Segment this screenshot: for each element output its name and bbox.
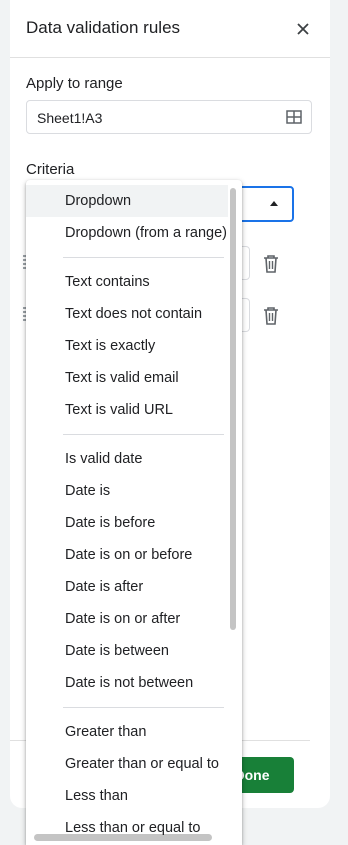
menu-item[interactable]: Less than bbox=[26, 780, 228, 812]
criteria-label: Criteria bbox=[26, 161, 75, 178]
menu-item[interactable]: Date is after bbox=[26, 571, 228, 603]
range-value: Sheet1!A3 bbox=[37, 110, 103, 126]
criteria-menu: Dropdown Dropdown (from a range) Text cont… bbox=[26, 180, 242, 845]
trash-icon[interactable] bbox=[262, 254, 280, 274]
apply-to-range-label: Apply to range bbox=[26, 75, 123, 92]
close-icon bbox=[297, 23, 309, 35]
menu-item[interactable]: Is valid date bbox=[26, 443, 228, 475]
menu-item[interactable]: Date is not between bbox=[26, 667, 228, 699]
menu-item[interactable]: Text is exactly bbox=[26, 330, 228, 362]
menu-item[interactable]: Text is valid email bbox=[26, 362, 228, 394]
menu-item[interactable]: Date is between bbox=[26, 635, 228, 667]
caret-up-icon bbox=[270, 201, 278, 206]
grid-icon[interactable] bbox=[286, 109, 302, 125]
menu-divider bbox=[63, 707, 224, 708]
trash-icon[interactable] bbox=[262, 306, 280, 326]
menu-item[interactable]: Dropdown bbox=[26, 185, 228, 217]
vertical-scrollbar[interactable] bbox=[230, 188, 236, 630]
menu-item[interactable]: Date is on or before bbox=[26, 539, 228, 571]
menu-item[interactable]: Less than or equal to bbox=[26, 812, 228, 844]
menu-item[interactable]: Text does not contain bbox=[26, 298, 228, 330]
menu-item[interactable]: Date is on or after bbox=[26, 603, 228, 635]
header-divider bbox=[10, 57, 330, 58]
menu-item[interactable]: Date is bbox=[26, 475, 228, 507]
menu-divider bbox=[63, 434, 224, 435]
menu-item[interactable]: Greater than or equal to bbox=[26, 748, 228, 780]
range-input[interactable]: Sheet1!A3 bbox=[26, 100, 312, 134]
menu-item[interactable]: Dropdown (from a range) bbox=[26, 217, 228, 249]
menu-item[interactable]: Text is valid URL bbox=[26, 394, 228, 426]
menu-item[interactable]: Text contains bbox=[26, 266, 228, 298]
menu-item[interactable]: Date is before bbox=[26, 507, 228, 539]
close-button[interactable] bbox=[292, 18, 314, 40]
menu-item[interactable]: Greater than bbox=[26, 716, 228, 748]
menu-divider bbox=[63, 257, 224, 258]
panel-title: Data validation rules bbox=[26, 18, 181, 37]
